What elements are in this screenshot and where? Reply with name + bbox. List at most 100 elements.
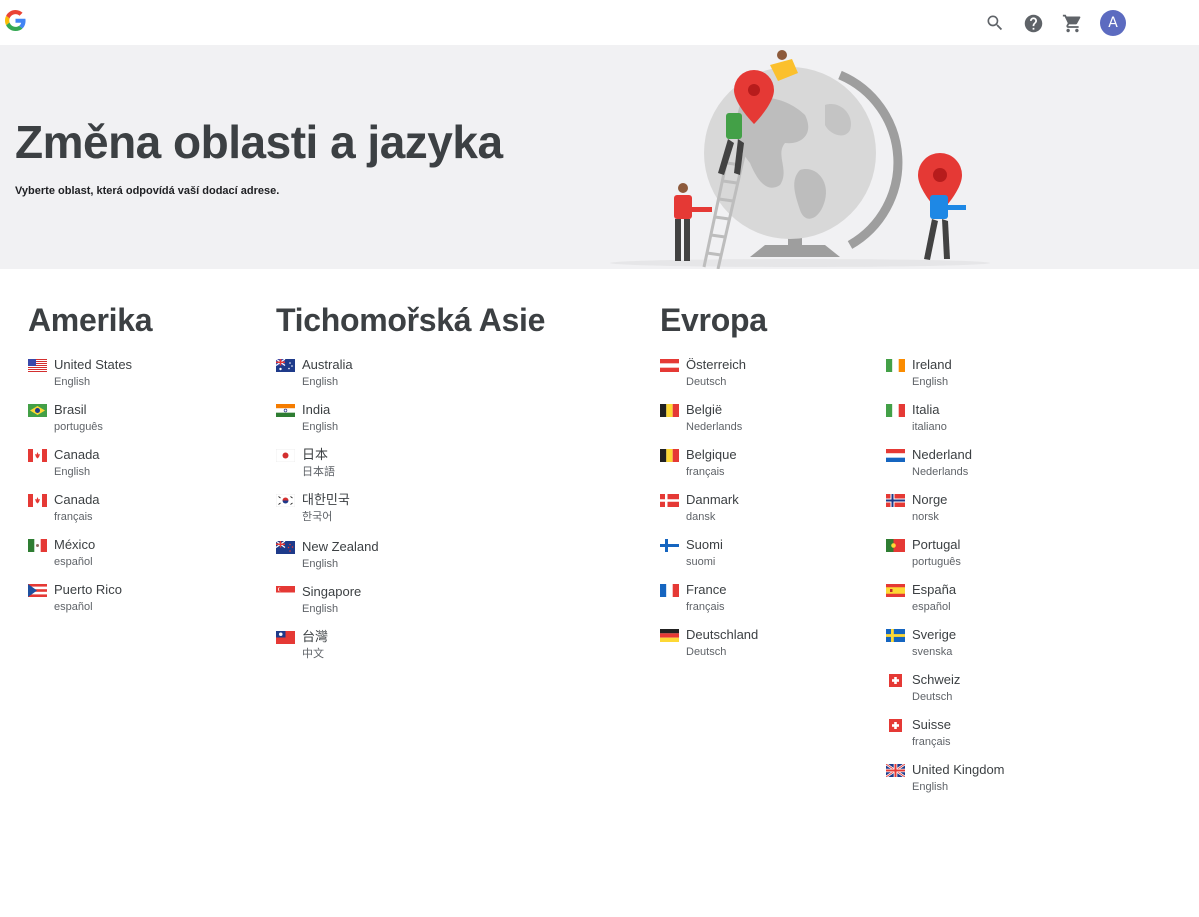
- au-flag-icon: [276, 359, 295, 372]
- ca-flag-icon: [28, 494, 47, 507]
- page-subtitle: Vyberte oblast, která odpovídá vaší doda…: [15, 185, 280, 197]
- nz-flag-icon: [276, 541, 295, 554]
- list-item[interactable]: India English: [276, 402, 496, 447]
- pr-flag-icon: [28, 584, 47, 597]
- country-name: Canada: [54, 492, 100, 507]
- language-name: português: [912, 556, 961, 568]
- list-item[interactable]: Nederland Nederlands: [886, 447, 1106, 492]
- tw-flag-icon: [276, 631, 295, 644]
- country-name: Suomi: [686, 537, 723, 552]
- list-item[interactable]: Puerto Rico español: [28, 582, 248, 627]
- ch-flag-icon: [886, 674, 905, 687]
- list-item[interactable]: Sverige svenska: [886, 627, 1106, 672]
- kr-flag-icon: [276, 494, 295, 507]
- list-item[interactable]: Ireland English: [886, 357, 1106, 402]
- country-name: Deutschland: [686, 627, 759, 642]
- list-item[interactable]: Suomi suomi: [660, 537, 880, 582]
- sg-flag-icon: [276, 586, 295, 599]
- list-item[interactable]: Canada français: [28, 492, 248, 537]
- se-flag-icon: [886, 629, 905, 642]
- list-item[interactable]: Österreich Deutsch: [660, 357, 880, 402]
- list-item[interactable]: Italia italiano: [886, 402, 1106, 447]
- language-name: français: [912, 736, 951, 748]
- avatar-letter: A: [1108, 15, 1118, 31]
- language-name: français: [686, 466, 725, 478]
- help-icon[interactable]: [1021, 11, 1045, 35]
- account-avatar[interactable]: A: [1100, 10, 1126, 36]
- list-item[interactable]: Portugal português: [886, 537, 1106, 582]
- country-name: Puerto Rico: [54, 582, 122, 597]
- list-item[interactable]: Belgique français: [660, 447, 880, 492]
- list-item[interactable]: Norge norsk: [886, 492, 1106, 537]
- list-item[interactable]: United States English: [28, 357, 248, 402]
- europe-list-1: Österreich Deutsch België Nederlands Belgi…: [660, 357, 880, 672]
- language-name: English: [302, 603, 339, 615]
- country-name: Belgique: [686, 447, 737, 462]
- list-item[interactable]: 日本 日本語: [276, 447, 496, 492]
- list-item[interactable]: New Zealand English: [276, 539, 496, 584]
- language-name: español: [912, 601, 951, 613]
- be-flag-icon: [660, 404, 679, 417]
- globe-illustration: [610, 50, 990, 269]
- europe-list-2: Ireland English Italia italiano Nederland N…: [886, 357, 1106, 807]
- list-item[interactable]: Singapore English: [276, 584, 496, 629]
- language-name: English: [912, 781, 949, 793]
- country-name: 台灣: [302, 629, 329, 644]
- shopping-cart-icon[interactable]: [1060, 11, 1084, 35]
- gb-flag-icon: [886, 764, 905, 777]
- fi-flag-icon: [660, 539, 679, 552]
- region-title-americas: Amerika: [28, 302, 153, 338]
- list-item[interactable]: Schweiz Deutsch: [886, 672, 1106, 717]
- country-name: België: [686, 402, 723, 417]
- country-name: Ireland: [912, 357, 952, 372]
- country-name: México: [54, 537, 96, 552]
- country-name: New Zealand: [302, 539, 379, 554]
- language-name: español: [54, 556, 93, 568]
- us-flag-icon: [28, 359, 47, 372]
- list-item[interactable]: Danmark dansk: [660, 492, 880, 537]
- language-name: français: [54, 511, 93, 523]
- country-name: India: [302, 402, 331, 417]
- list-item[interactable]: Suisse français: [886, 717, 1106, 762]
- list-item[interactable]: France français: [660, 582, 880, 627]
- br-flag-icon: [28, 404, 47, 417]
- region-title-asia-pacific: Tichomořská Asie: [276, 302, 546, 338]
- list-item[interactable]: 台灣 中文: [276, 629, 496, 674]
- list-item[interactable]: United Kingdom English: [886, 762, 1106, 807]
- top-bar: A: [0, 0, 1199, 45]
- country-name: Portugal: [912, 537, 961, 552]
- language-name: English: [912, 376, 949, 388]
- list-item[interactable]: België Nederlands: [660, 402, 880, 447]
- country-name: Sverige: [912, 627, 957, 642]
- country-name: Suisse: [912, 717, 952, 732]
- google-logo-icon[interactable]: [5, 10, 26, 31]
- language-name: Deutsch: [686, 646, 727, 658]
- list-item[interactable]: Australia English: [276, 357, 496, 402]
- list-item[interactable]: 대한민국 한국어: [276, 492, 496, 539]
- language-name: 中文: [302, 648, 324, 660]
- list-item[interactable]: Deutschland Deutsch: [660, 627, 880, 672]
- language-name: italiano: [912, 421, 947, 433]
- mx-flag-icon: [28, 539, 47, 552]
- country-name: Österreich: [686, 357, 746, 372]
- language-name: English: [302, 421, 339, 433]
- list-item[interactable]: España español: [886, 582, 1106, 627]
- list-item[interactable]: Brasil português: [28, 402, 248, 447]
- language-name: 한국어: [302, 511, 333, 523]
- country-name: Nederland: [912, 447, 972, 462]
- page-title: Změna oblasti a jazyka: [15, 116, 503, 168]
- nl-flag-icon: [886, 449, 905, 462]
- ca-flag-icon: [28, 449, 47, 462]
- language-name: 日本語: [302, 466, 335, 478]
- language-name: Deutsch: [912, 691, 953, 703]
- country-name: Italia: [912, 402, 940, 417]
- list-item[interactable]: Canada English: [28, 447, 248, 492]
- language-name: português: [54, 421, 103, 433]
- language-name: English: [54, 376, 91, 388]
- it-flag-icon: [886, 404, 905, 417]
- country-name: Danmark: [686, 492, 739, 507]
- list-item[interactable]: México español: [28, 537, 248, 582]
- country-name: 日本: [302, 447, 329, 462]
- search-icon[interactable]: [983, 11, 1007, 35]
- country-name: France: [686, 582, 727, 597]
